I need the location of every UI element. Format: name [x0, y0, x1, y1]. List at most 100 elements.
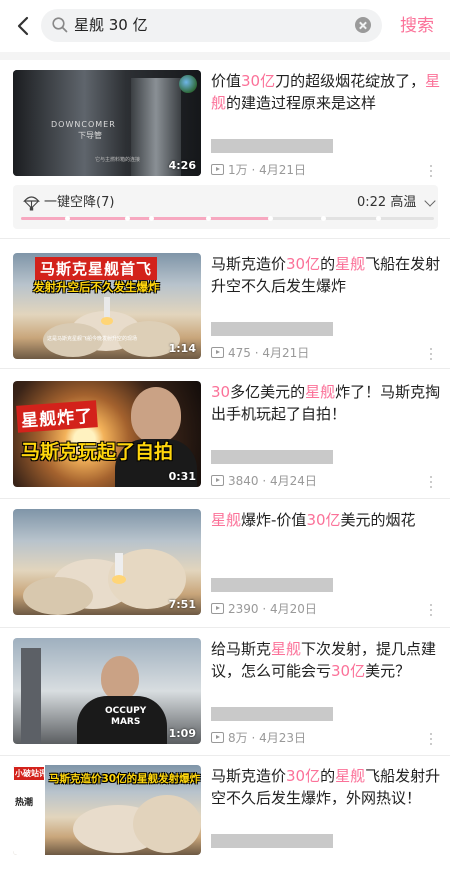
title-text: 美元的烟花 [340, 511, 416, 529]
person-face [101, 656, 139, 700]
rocket-shape [115, 553, 123, 577]
view-count: 475 [228, 346, 251, 360]
uploader-name-redacted[interactable] [211, 450, 333, 464]
rocket-flame [112, 575, 126, 584]
list-divider [0, 755, 450, 756]
smoke-cloud [133, 795, 201, 853]
video-meta: 475 · 4月21日 [211, 346, 309, 361]
thumb-footnote: 它与主燃料箱的连接 [95, 157, 141, 163]
thumb-caption: 发射升空后不久发生爆炸 [33, 280, 160, 294]
landing-time: 0:22 高温 [357, 195, 417, 210]
title-text: 价值 [211, 72, 242, 90]
title-keyword-highlight: 星舰 [211, 511, 242, 529]
thumb-caption: 马斯克造价30亿的星舰发射爆炸 [49, 773, 201, 785]
more-options-icon[interactable] [429, 604, 433, 618]
title-keyword-highlight: 星舰 [335, 255, 366, 273]
video-thumbnail[interactable]: DOWNCOMER 下导管 它与主燃料箱的连接 4:26 [13, 70, 201, 176]
view-count: 2390 [228, 602, 259, 616]
landing-label: 一键空降(7) [44, 195, 115, 210]
video-meta: 3840 · 4月24日 [211, 474, 317, 489]
title-keyword-highlight: 星舰 [335, 767, 366, 785]
video-meta: 8万 · 4月23日 [211, 731, 306, 746]
title-text: 多亿美元的 [230, 383, 306, 401]
video-thumbnail[interactable]: 马斯克星舰首飞 发射升空后不久发生爆炸 这是马斯克星舰飞船今晚发射升空的现场 1… [13, 253, 201, 359]
uploader-name-redacted[interactable] [211, 834, 333, 848]
title-keyword-highlight: 30亿 [286, 767, 321, 785]
person-face [131, 387, 181, 443]
video-title[interactable]: 价值30亿刀的超级烟花绽放了，星舰的建造过程原来是这样 [211, 70, 441, 114]
video-title[interactable]: 30多亿美元的星舰炸了！马斯克掏出手机玩起了自拍！ [211, 381, 441, 425]
search-header: 星舰 30 亿 搜索 [0, 0, 450, 52]
smoke-cloud [23, 577, 93, 615]
video-result-item[interactable]: 小破站评区 热潮 马斯克造价30亿的星舰发射爆炸 马斯克造价30亿的星舰飞船发射… [0, 765, 450, 889]
title-text: 的 [320, 767, 336, 785]
title-text: 的 [320, 255, 336, 273]
video-duration: 7:51 [168, 598, 196, 611]
video-title[interactable]: 给马斯克星舰下次发射，提几点建议，怎么可能会亏30亿美元？ [211, 638, 441, 682]
landing-marker[interactable] [268, 216, 273, 221]
more-options-icon[interactable] [429, 733, 433, 747]
video-result-item[interactable]: 7:51 星舰爆炸-价值30亿美元的烟花 2390 · 4月20日 [0, 509, 450, 633]
launch-tower [21, 648, 41, 744]
search-icon [52, 17, 68, 33]
landing-marker[interactable] [149, 216, 154, 221]
thumb-badge: 热潮 [15, 798, 34, 808]
video-result-item[interactable]: 马斯克星舰首飞 发射升空后不久发生爆炸 这是马斯克星舰飞船今晚发射升空的现场 1… [0, 253, 450, 377]
play-count-icon [211, 732, 224, 743]
video-result-item[interactable]: OCCUPY MARS 1:09 给马斯克星舰下次发射，提几点建议，怎么可能会亏… [0, 638, 450, 762]
video-thumbnail[interactable]: 小破站评区 热潮 马斯克造价30亿的星舰发射爆炸 [13, 765, 201, 855]
uploader-name-redacted[interactable] [211, 578, 333, 592]
globe-logo-icon [179, 75, 197, 93]
video-duration: 1:09 [168, 727, 196, 740]
more-options-icon[interactable] [429, 476, 433, 490]
header-divider [0, 52, 450, 60]
shirt-text: MARS [111, 717, 141, 727]
video-title[interactable]: 马斯克造价30亿的星舰飞船发射升空不久后发生爆炸，外网热议！ [211, 765, 441, 809]
video-result-item[interactable]: 星舰炸了 马斯克玩起了自拍 0:31 30多亿美元的星舰炸了！马斯克掏出手机玩起… [0, 381, 450, 505]
landing-marker[interactable] [206, 216, 211, 221]
uploader-name-redacted[interactable] [211, 139, 333, 153]
play-count-icon [211, 475, 224, 486]
landing-marker[interactable] [376, 216, 381, 221]
shirt-text: OCCUPY [105, 706, 147, 716]
uploader-name-redacted[interactable] [211, 707, 333, 721]
video-title[interactable]: 星舰爆炸-价值30亿美元的烟花 [211, 509, 441, 531]
title-keyword-highlight: 30亿 [306, 511, 341, 529]
title-text: 马斯克造价 [211, 255, 287, 273]
uploader-name-redacted[interactable] [211, 322, 333, 336]
title-text: 刀的超级烟花绽放了， [275, 72, 426, 90]
upload-date: 4月21日 [259, 163, 306, 177]
list-divider [0, 627, 450, 628]
search-query-text[interactable]: 星舰 30 亿 [74, 16, 148, 35]
clear-search-icon[interactable] [355, 17, 371, 33]
video-result-item[interactable]: DOWNCOMER 下导管 它与主燃料箱的连接 4:26 价值30亿刀的超级烟花… [0, 70, 450, 194]
video-duration: 0:31 [168, 470, 196, 483]
thumb-caption: 星舰炸了 [16, 400, 98, 433]
landing-progress-track[interactable] [21, 216, 434, 221]
chevron-down-icon[interactable] [424, 195, 436, 207]
back-arrow-icon[interactable] [12, 12, 36, 40]
search-button[interactable]: 搜索 [400, 15, 434, 37]
video-thumbnail[interactable]: 7:51 [13, 509, 201, 615]
landing-marker[interactable] [125, 216, 130, 221]
list-divider [0, 238, 450, 239]
landing-progress-fill [21, 217, 269, 220]
title-keyword-highlight: 星舰 [305, 383, 336, 401]
more-options-icon[interactable] [429, 348, 433, 362]
title-keyword-highlight: 30亿 [331, 662, 366, 680]
thumb-caption: 马斯克星舰首飞 [35, 257, 158, 280]
one-click-landing-bar[interactable]: 一键空降(7) 0:22 高温 [13, 185, 438, 229]
search-input[interactable]: 星舰 30 亿 [41, 9, 382, 42]
video-title[interactable]: 马斯克造价30亿的星舰飞船在发射升空不久后发生爆炸 [211, 253, 441, 297]
thumb-text: DOWNCOMER [51, 120, 116, 129]
video-thumbnail[interactable]: 星舰炸了 马斯克玩起了自拍 0:31 [13, 381, 201, 487]
title-keyword-highlight: 30 [211, 383, 231, 401]
landing-marker[interactable] [321, 216, 326, 221]
upload-date: 4月20日 [270, 602, 317, 616]
rocket-flame [101, 317, 113, 325]
landing-marker[interactable] [65, 216, 70, 221]
more-options-icon[interactable] [429, 165, 433, 179]
video-meta: 2390 · 4月20日 [211, 602, 317, 617]
video-thumbnail[interactable]: OCCUPY MARS 1:09 [13, 638, 201, 744]
view-count: 8万 [228, 731, 248, 745]
